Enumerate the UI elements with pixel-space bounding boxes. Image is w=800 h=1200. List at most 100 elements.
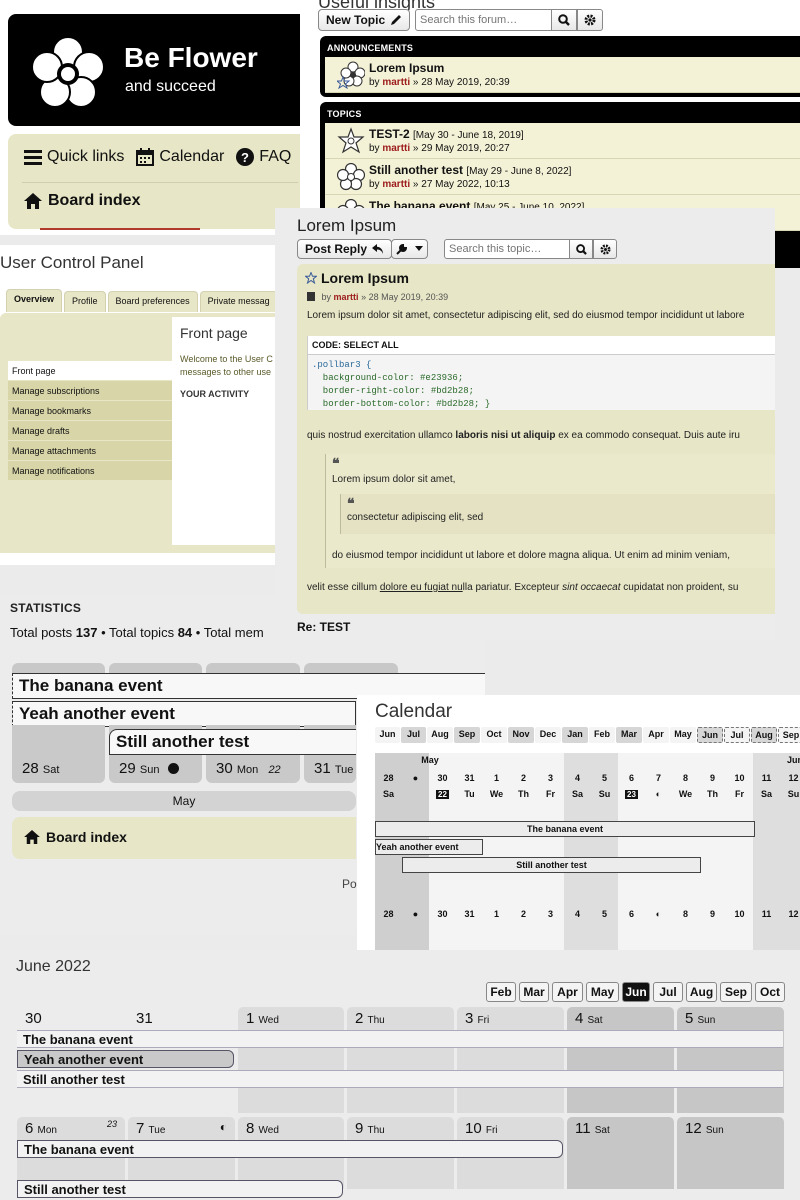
month-tab-sep[interactable]: Sep xyxy=(778,727,800,743)
month-tab-jan[interactable]: Jan xyxy=(562,727,588,743)
forum-search-input[interactable] xyxy=(415,9,552,31)
menu-manage-drafts[interactable]: Manage drafts xyxy=(8,421,172,441)
board-index-link[interactable]: Board index xyxy=(24,829,127,845)
tab-profile[interactable]: Profile xyxy=(64,291,106,312)
month-tab-nov[interactable]: Nov xyxy=(508,727,534,743)
topic-title[interactable]: Lorem Ipsum xyxy=(369,61,444,75)
topic-search-button[interactable] xyxy=(569,239,593,259)
author-link[interactable]: martti xyxy=(382,143,410,154)
code-header[interactable]: CODE: SELECT ALL xyxy=(308,336,775,355)
logo-banner[interactable]: Be Flower and succeed xyxy=(8,14,300,126)
author-link[interactable]: martti xyxy=(382,179,410,190)
topic-search-input[interactable] xyxy=(444,239,570,259)
topic-title[interactable]: Lorem Ipsum xyxy=(297,216,396,236)
post-file-icon[interactable] xyxy=(307,292,315,301)
month-button-jul[interactable]: Jul xyxy=(653,982,683,1002)
month-button-may[interactable]: May xyxy=(586,982,619,1002)
topic-row[interactable]: Lorem Ipsum by martti » 28 May 2019, 20:… xyxy=(325,57,800,93)
forum-search-button[interactable] xyxy=(551,9,577,31)
month-day-header[interactable]: 10 Fri xyxy=(457,1117,564,1139)
month-day-header[interactable]: 9 Thu xyxy=(347,1117,454,1139)
month-button-feb[interactable]: Feb xyxy=(486,982,516,1002)
year-day-column[interactable] xyxy=(753,753,780,965)
month-day-header[interactable]: 4 Sat xyxy=(567,1007,674,1029)
month-button-aug[interactable]: Aug xyxy=(686,982,717,1002)
year-day-column[interactable] xyxy=(726,753,753,965)
topic-advanced-search-button[interactable] xyxy=(593,239,617,259)
month-day-cell[interactable] xyxy=(677,1139,784,1189)
tab-overview[interactable]: Overview xyxy=(6,289,63,312)
month-button-jun[interactable]: Jun xyxy=(622,982,650,1002)
day-cell[interactable]: 28 Sat xyxy=(12,725,105,783)
menu-manage-notifications[interactable]: Manage notifications xyxy=(8,461,172,481)
week-event-bar[interactable]: Yeah another event xyxy=(12,701,356,727)
month-tab-aug[interactable]: Aug xyxy=(751,727,777,743)
menu-manage-attachments[interactable]: Manage attachments xyxy=(8,441,172,461)
post-title[interactable]: Lorem Ipsum xyxy=(321,270,409,286)
year-day-column[interactable] xyxy=(780,753,800,965)
month-tab-sep[interactable]: Sep xyxy=(454,727,480,743)
month-tab-may[interactable]: May xyxy=(670,727,696,743)
topic-title[interactable]: Still another test [May 29 - June 8, 202… xyxy=(369,163,571,177)
menu-front-page[interactable]: Front page xyxy=(8,361,172,381)
month-tab-apr[interactable]: Apr xyxy=(643,727,669,743)
new-topic-button[interactable]: New Topic xyxy=(318,9,411,31)
menu-manage-subscriptions[interactable]: Manage subscriptions xyxy=(8,381,172,401)
board-index-link[interactable]: Board index xyxy=(24,192,140,210)
topic-row[interactable]: TEST-2 [May 30 - June 18, 2019] by martt… xyxy=(325,123,800,159)
month-day-header[interactable]: 2 Thu xyxy=(347,1007,454,1029)
month-button-oct[interactable]: Oct xyxy=(755,982,785,1002)
author-link[interactable]: martti xyxy=(334,292,359,302)
month-tab-jun[interactable]: Jun xyxy=(375,727,400,743)
month-day-header[interactable]: 30 xyxy=(17,1007,125,1029)
month-day-header[interactable]: 11 Sat xyxy=(567,1117,674,1139)
site-title: Be Flower xyxy=(124,42,258,73)
post-reply-button[interactable]: Post Reply xyxy=(297,239,393,259)
topic-title[interactable]: TEST-2 [May 30 - June 18, 2019] xyxy=(369,127,524,141)
calendar-label: Calendar xyxy=(159,148,225,165)
year-event-bar[interactable]: Still another test xyxy=(402,857,701,873)
month-tab-aug[interactable]: Aug xyxy=(427,727,453,743)
tab-board-preferences[interactable]: Board preferences xyxy=(107,291,198,312)
topic-row[interactable]: Still another test [May 29 - June 8, 202… xyxy=(325,159,800,195)
month-day-header[interactable]: 31 xyxy=(128,1007,235,1029)
month-tab-mar[interactable]: Mar xyxy=(616,727,642,743)
month-event-bar[interactable]: Still another test xyxy=(17,1180,343,1198)
quick-links-menu[interactable]: Quick links xyxy=(24,148,124,166)
month-button-mar[interactable]: Mar xyxy=(519,982,549,1002)
menu-manage-bookmarks[interactable]: Manage bookmarks xyxy=(8,401,172,421)
month-day-header[interactable]: 6 Mon 23 xyxy=(17,1117,125,1139)
year-event-bar[interactable]: The banana event xyxy=(375,821,755,837)
month-tab-jun[interactable]: Jun xyxy=(697,727,723,743)
month-day-header[interactable]: 8 Wed xyxy=(238,1117,344,1139)
month-day-header[interactable]: 5 Sun xyxy=(677,1007,784,1029)
forum-advanced-search-button[interactable] xyxy=(577,9,603,31)
month-event-bar[interactable]: The banana event xyxy=(17,1030,783,1048)
month-tab-jul[interactable]: Jul xyxy=(401,727,426,743)
month-day-header[interactable]: 7 Tue ◐ xyxy=(128,1117,235,1139)
month-event-bar[interactable]: Yeah another event xyxy=(17,1050,234,1068)
reply-post-title[interactable]: Re: TEST xyxy=(297,620,350,634)
month-tab-feb[interactable]: Feb xyxy=(589,727,615,743)
week-event-bar[interactable]: Still another test xyxy=(109,729,356,755)
year-date-label: 30 xyxy=(437,909,448,919)
month-event-bar[interactable]: Still another test xyxy=(17,1070,783,1088)
year-day-column[interactable] xyxy=(699,753,726,965)
year-day-column[interactable] xyxy=(375,753,402,965)
month-day-header[interactable]: 3 Fri xyxy=(457,1007,564,1029)
author-link[interactable]: martti xyxy=(382,77,410,88)
month-day-header[interactable]: 12 Sun xyxy=(677,1117,784,1139)
month-event-bar[interactable]: The banana event xyxy=(17,1140,563,1158)
month-tab-dec[interactable]: Dec xyxy=(535,727,561,743)
year-event-bar[interactable]: Yeah another event xyxy=(375,839,483,855)
month-day-cell[interactable] xyxy=(567,1139,674,1189)
month-tab-jul[interactable]: Jul xyxy=(724,727,750,743)
month-day-header[interactable]: 1 Wed xyxy=(238,1007,344,1029)
month-button-sep[interactable]: Sep xyxy=(720,982,752,1002)
month-tab-oct[interactable]: Oct xyxy=(481,727,507,743)
calendar-link[interactable]: Calendar xyxy=(136,148,224,166)
month-button-apr[interactable]: Apr xyxy=(552,982,583,1002)
tab-private-messages[interactable]: Private messag xyxy=(199,291,278,312)
topic-tools-button[interactable] xyxy=(391,239,428,259)
faq-link[interactable]: ? FAQ xyxy=(236,148,291,166)
